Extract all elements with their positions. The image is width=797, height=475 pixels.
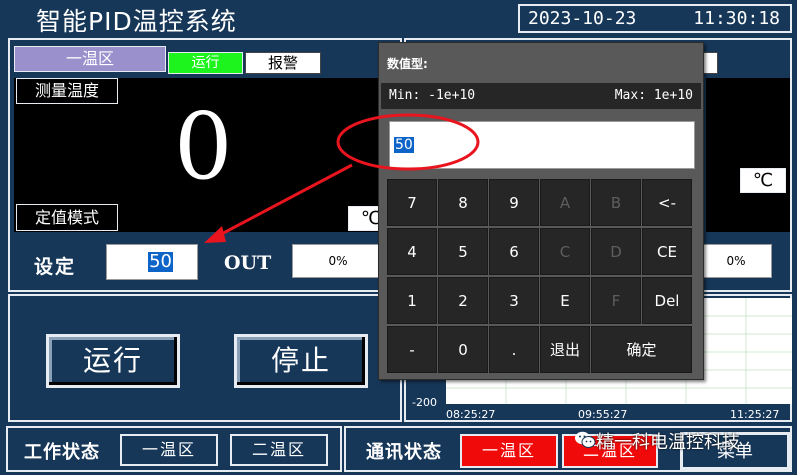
watermark-text: 精一科电温控科技	[596, 432, 740, 453]
setpoint-input[interactable]: 50	[106, 244, 198, 280]
alarm-status-indicator: 报警	[245, 52, 321, 74]
key-0[interactable]: 0	[438, 326, 488, 373]
key-f: F	[591, 277, 641, 324]
comm-status-label: 通讯状态	[366, 442, 442, 463]
dialog-title: 数值型:	[387, 57, 428, 71]
setpoint-label: 设定	[34, 256, 77, 278]
chart-x-label-2: 09:55:27	[578, 408, 628, 421]
comm-zone1-indicator: 一温区	[460, 434, 558, 468]
work-zone1-button[interactable]: 一温区	[120, 434, 218, 466]
zone2-unit-celsius-label: ℃	[740, 168, 786, 193]
chart-x-label-3: 11:25:27	[730, 408, 780, 421]
keypad-input-value: 50	[394, 137, 414, 153]
key-9[interactable]: 9	[489, 179, 539, 226]
chart-x-label-1: 08:25:27	[446, 408, 496, 421]
key-backspace[interactable]: <-	[642, 179, 692, 226]
min-value-text: Min: -1e+10	[389, 88, 476, 103]
key-exit[interactable]: 退出	[540, 326, 590, 373]
key-decimal[interactable]: .	[489, 326, 539, 373]
chart-y-min-label: -200	[412, 396, 437, 409]
measure-temperature-label: 测量温度	[16, 78, 118, 104]
run-button[interactable]: 运行	[46, 334, 180, 388]
key-clear-entry[interactable]: CE	[642, 228, 692, 275]
setpoint-value: 50	[148, 251, 173, 272]
key-7[interactable]: 7	[387, 179, 437, 226]
key-minus[interactable]: -	[387, 326, 437, 373]
key-1[interactable]: 1	[387, 277, 437, 324]
key-b: B	[591, 179, 641, 226]
zone2-temperature-display	[706, 78, 790, 232]
key-e[interactable]: E	[540, 277, 590, 324]
zone-panel: 一温区 运行 报警 测量温度 0 定值模式 ℃ 设定 50 OUT 0%	[8, 38, 402, 292]
key-2[interactable]: 2	[438, 277, 488, 324]
keypad-input-field[interactable]: 50	[389, 121, 695, 169]
key-d: D	[591, 228, 641, 275]
key-delete[interactable]: Del	[642, 277, 692, 324]
work-status-label: 工作状态	[24, 442, 100, 463]
max-value-text: Max: 1e+10	[614, 88, 693, 103]
date-text: 2023-10-23	[528, 8, 637, 29]
key-6[interactable]: 6	[489, 228, 539, 275]
zone2-output-value: 0%	[700, 244, 772, 278]
stop-button[interactable]: 停止	[234, 334, 368, 388]
keypad-grid: 7 8 9 A B <- 4 5 6 C D CE 1 2 3 E F Del …	[387, 179, 697, 375]
key-8[interactable]: 8	[438, 179, 488, 226]
work-zone2-button[interactable]: 二温区	[230, 434, 328, 466]
key-5[interactable]: 5	[438, 228, 488, 275]
numeric-keypad-dialog: 数值型: Min: -1e+10 Max: 1e+10 50 7 8 9 A B…	[378, 42, 704, 380]
key-4[interactable]: 4	[387, 228, 437, 275]
time-text: 11:30:18	[693, 8, 780, 29]
key-a: A	[540, 179, 590, 226]
work-status-bar: 工作状态 一温区 二温区	[6, 426, 342, 472]
range-bar: Min: -1e+10 Max: 1e+10	[381, 83, 701, 109]
wechat-icon	[575, 431, 596, 448]
control-panel: 运行 停止	[8, 294, 402, 422]
output-label: OUT	[224, 252, 272, 274]
key-confirm[interactable]: 确定	[591, 326, 692, 373]
measured-temperature-value: 0	[174, 93, 233, 200]
zone-title-tab[interactable]: 一温区	[14, 46, 166, 72]
temperature-display: 测量温度 0 定值模式 ℃	[14, 78, 398, 232]
run-status-indicator: 运行	[168, 52, 243, 74]
key-3[interactable]: 3	[489, 277, 539, 324]
app-title: 智能PID温控系统	[36, 7, 237, 36]
output-value: 0%	[292, 244, 384, 278]
datetime-display: 2023-10-23 11:30:18	[518, 4, 792, 33]
mode-label[interactable]: 定值模式	[16, 204, 118, 231]
key-c: C	[540, 228, 590, 275]
